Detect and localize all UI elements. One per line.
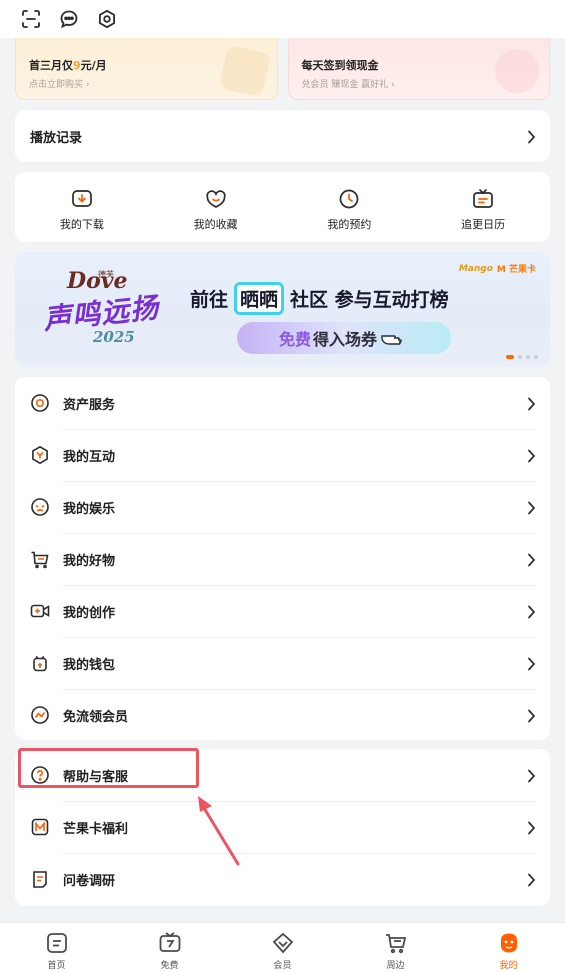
tab-label: 首页 [47,961,66,971]
tab-merch[interactable]: 周边 [339,923,452,972]
free-data-icon [30,705,50,725]
quick-action-download[interactable]: 我的下载 [15,172,149,242]
menu-item-label: 芒果卡福利 [63,821,129,837]
tab-label: 周边 [386,961,405,971]
profile-mascot-icon [500,933,517,953]
hand-pointer-icon [381,335,402,345]
promo-banner[interactable]: 德芙 Dove 声鸣远扬 2025 前往 晒晒 社区 参与互动打榜 免费 得入场券… [15,252,550,367]
menu-item-label: 我的互动 [63,449,116,465]
play-history-row[interactable]: 播放记录 [15,110,550,162]
banner-year: 2025 [93,328,135,346]
menu-item-label: 资产服务 [63,397,116,413]
chevron-right-icon [527,708,536,723]
quick-action-reservation[interactable]: 我的预约 [283,172,417,242]
vip-diamond-icon [272,932,293,954]
chevron-right-icon [527,820,536,835]
message-icon[interactable] [59,9,79,29]
banner-cta-pill[interactable]: 免费 得入场券 [237,322,451,354]
chevron-right-icon [527,552,536,567]
chevron-right-icon [527,129,536,144]
menu-item-free-data-vip[interactable]: 免流领会员 [15,689,550,741]
menu-item-interaction[interactable]: 我的互动 [15,429,550,481]
quick-action-label: 我的收藏 [193,218,238,231]
tab-profile[interactable]: 我的 [452,923,565,972]
tab-home[interactable]: 首页 [0,923,113,972]
annotation-arrow [198,796,240,866]
vip-promo-decoration [218,44,271,98]
banner-dot [506,355,514,359]
menu-item-entertainment[interactable]: 我的娱乐 [15,481,550,533]
banner-partner-logos: Mango M 芒果卡 [458,262,536,276]
tab-label: 我的 [499,961,518,971]
creation-camera-icon [30,601,50,621]
quick-actions: 我的下载 我的收藏 我的预约 追更日历 [15,172,550,242]
favorite-icon [205,190,226,208]
quick-action-label: 我的预约 [327,218,372,231]
goods-cart-icon [30,549,50,569]
menu-item-label: 我的娱乐 [63,501,116,517]
chevron-right-icon [527,500,536,515]
banner-dot [518,355,522,359]
quick-action-favorite[interactable]: 我的收藏 [149,172,283,242]
tab-free[interactable]: 免费 [113,923,226,972]
wallet-icon [30,653,50,673]
chevron-right-icon [527,448,536,463]
tab-label: 免费 [160,961,179,971]
chevron-right-icon [527,656,536,671]
chevron-right-icon [527,604,536,619]
tab-label: 会员 [273,961,292,971]
reservation-clock-icon [340,189,359,209]
top-bar [0,0,565,38]
shop-cart-icon [385,934,406,954]
banner-pagination [506,355,538,359]
menu-item-asset-service[interactable]: 资产服务 [15,377,550,429]
home-tab-icon [46,933,67,953]
banner-dot [534,355,538,359]
bottom-tab-bar: 首页 免费 会员 周边 我的 [0,922,565,972]
survey-icon [30,869,50,889]
play-history-label: 播放记录 [30,130,83,146]
chevron-right-icon [527,396,536,411]
chevron-right-icon [527,768,536,783]
interaction-icon [30,445,50,465]
primary-menu: 资产服务 我的互动 我的娱乐 我的好物 我的创作 我的钱包 免流领会员 [15,377,550,740]
scan-icon[interactable] [21,9,41,29]
quick-action-label: 追更日历 [461,218,506,231]
annotation-highlight-box [18,748,199,788]
download-icon [72,190,92,207]
free-tv-icon [159,932,180,952]
entertainment-icon [30,497,50,517]
tab-vip[interactable]: 会员 [226,923,339,972]
settings-icon[interactable] [97,9,117,29]
menu-item-goods[interactable]: 我的好物 [15,533,550,585]
menu-item-label: 免流领会员 [63,709,129,725]
mango-card-logo: M 芒果卡 [496,265,536,275]
banner-dot [526,355,530,359]
asset-icon [30,393,50,413]
calendar-tv-icon [473,189,493,208]
quick-action-label: 我的下载 [59,218,104,231]
mango-card-icon [30,817,50,837]
menu-item-creation[interactable]: 我的创作 [15,585,550,637]
menu-item-wallet[interactable]: 我的钱包 [15,637,550,689]
menu-item-label: 我的好物 [63,553,116,569]
menu-item-label: 问卷调研 [63,873,116,889]
quick-action-calendar[interactable]: 追更日历 [416,172,550,242]
menu-item-mango-card[interactable]: 芒果卡福利 [15,801,550,853]
checkin-promo-decoration [495,49,539,93]
banner-headline: 前往 晒晒 社区 参与互动打榜 [190,282,449,315]
menu-item-label: 我的钱包 [63,657,116,673]
menu-item-survey[interactable]: 问卷调研 [15,853,550,905]
mango-logo: Mango [458,263,493,274]
menu-item-label: 我的创作 [63,605,116,621]
chevron-right-icon [527,872,536,887]
